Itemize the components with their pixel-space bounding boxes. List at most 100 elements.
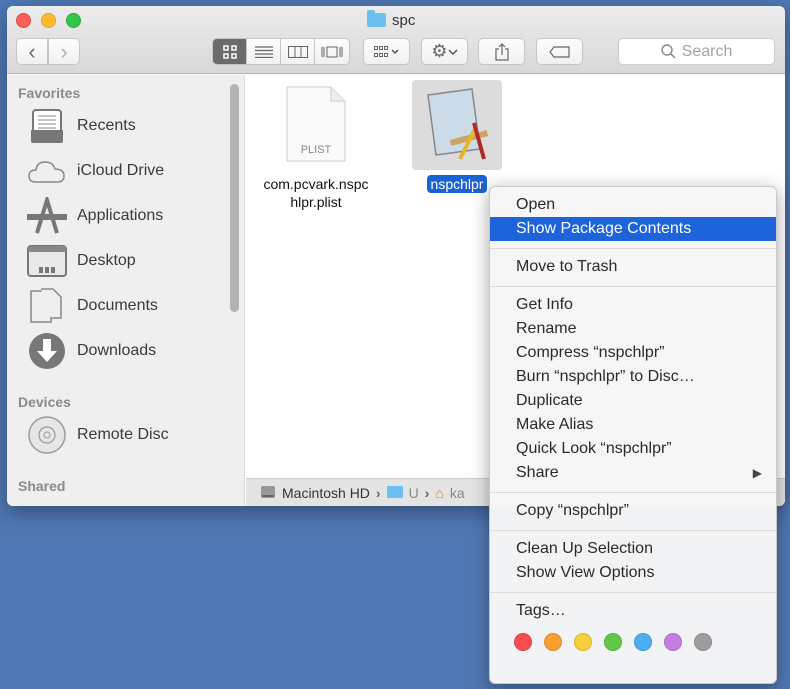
sidebar-item-label: Recents bbox=[77, 117, 136, 134]
app-package-icon bbox=[427, 88, 489, 160]
menu-item-share[interactable]: Share ▶ bbox=[490, 461, 776, 485]
file-name-line1: com.pcvark.nspc bbox=[263, 176, 369, 192]
sidebar-item-label: Remote Disc bbox=[77, 426, 169, 443]
home-icon: ⌂ bbox=[435, 484, 444, 501]
action-button[interactable]: ⚙ bbox=[421, 38, 468, 65]
window-title-text: spc bbox=[392, 11, 416, 29]
sidebar-item-applications[interactable]: Applications bbox=[27, 196, 163, 236]
context-menu: Open Show Package Contents Move to Trash… bbox=[489, 186, 777, 684]
gallery-view-icon bbox=[321, 46, 343, 57]
users-folder-icon bbox=[386, 485, 403, 501]
path-separator: › bbox=[424, 484, 430, 501]
sidebar-item-recents[interactable]: Recents bbox=[27, 106, 136, 146]
search-field[interactable]: Search bbox=[618, 38, 775, 65]
menu-item-share-label: Share bbox=[516, 464, 559, 481]
file-name-line2: hlpr.plist bbox=[290, 194, 342, 210]
file-name: com.pcvark.nspc hlpr.plist bbox=[263, 175, 368, 211]
share-icon bbox=[494, 42, 509, 61]
sidebar: Favorites Recents iCloud Drive Applicati… bbox=[7, 75, 245, 506]
titlebar: spc ‹ › ⚙ Search bbox=[7, 6, 785, 74]
desktop-icon bbox=[27, 241, 67, 281]
menu-item-copy[interactable]: Copy “nspchlpr” bbox=[490, 499, 776, 523]
search-icon bbox=[660, 44, 676, 59]
sidebar-item-remote-disc[interactable]: Remote Disc bbox=[27, 415, 169, 455]
view-mode-segmented bbox=[212, 38, 350, 65]
documents-icon bbox=[27, 286, 67, 326]
sidebar-scrollbar[interactable] bbox=[230, 84, 239, 312]
menu-item-rename[interactable]: Rename bbox=[490, 317, 776, 341]
menu-separator bbox=[490, 492, 776, 493]
plist-badge: PLIST bbox=[301, 144, 332, 156]
menu-item-make-alias[interactable]: Make Alias bbox=[490, 413, 776, 437]
arrange-icon bbox=[373, 45, 399, 57]
sidebar-header-shared: Shared bbox=[18, 478, 66, 494]
minimize-button[interactable] bbox=[41, 13, 56, 28]
recents-icon bbox=[27, 106, 67, 146]
downloads-icon bbox=[27, 331, 67, 371]
list-view-icon bbox=[254, 45, 273, 58]
icon-view-icon bbox=[222, 44, 237, 59]
chevron-left-icon: ‹ bbox=[28, 38, 36, 64]
folder-icon bbox=[367, 10, 386, 27]
tag-green[interactable] bbox=[604, 633, 622, 651]
sidebar-header-devices: Devices bbox=[18, 394, 71, 410]
chevron-right-icon: › bbox=[60, 38, 68, 64]
menu-item-burn-to-disc[interactable]: Burn “nspchlpr” to Disc… bbox=[490, 365, 776, 389]
chevron-down-icon bbox=[448, 48, 458, 55]
menu-item-show-view-options[interactable]: Show View Options bbox=[490, 561, 776, 585]
cloud-icon bbox=[27, 151, 67, 191]
sidebar-item-icloud-drive[interactable]: iCloud Drive bbox=[27, 151, 164, 191]
menu-item-compress[interactable]: Compress “nspchlpr” bbox=[490, 341, 776, 365]
list-view-button[interactable] bbox=[247, 39, 281, 64]
zoom-button[interactable] bbox=[66, 13, 81, 28]
forward-button[interactable]: › bbox=[48, 38, 80, 65]
sidebar-item-label: Documents bbox=[77, 297, 158, 314]
sidebar-item-label: iCloud Drive bbox=[77, 162, 165, 179]
column-view-icon bbox=[287, 45, 308, 58]
menu-item-get-info[interactable]: Get Info bbox=[490, 293, 776, 317]
file-item-selected[interactable]: nspchlpr bbox=[412, 80, 502, 193]
tag-button[interactable] bbox=[536, 38, 583, 65]
menu-item-move-to-trash[interactable]: Move to Trash bbox=[490, 255, 776, 279]
path-item[interactable]: U bbox=[409, 485, 419, 501]
submenu-arrow-icon: ▶ bbox=[752, 466, 762, 480]
sidebar-item-documents[interactable]: Documents bbox=[27, 286, 158, 326]
icon-view-button[interactable] bbox=[213, 39, 247, 64]
gallery-view-button[interactable] bbox=[315, 39, 349, 64]
file-item[interactable]: PLIST com.pcvark.nspc hlpr.plist bbox=[256, 85, 376, 211]
tag-yellow[interactable] bbox=[574, 633, 592, 651]
close-button[interactable] bbox=[16, 13, 31, 28]
menu-item-tags[interactable]: Tags… bbox=[490, 599, 776, 623]
tag-gray[interactable] bbox=[694, 633, 712, 651]
tag-icon bbox=[548, 45, 570, 58]
menu-separator bbox=[490, 530, 776, 531]
sidebar-item-desktop[interactable]: Desktop bbox=[27, 241, 136, 281]
plist-file-icon: PLIST bbox=[286, 86, 346, 162]
menu-item-clean-up-selection[interactable]: Clean Up Selection bbox=[490, 537, 776, 561]
hard-drive-icon bbox=[260, 483, 276, 502]
tag-purple[interactable] bbox=[664, 633, 682, 651]
path-item[interactable]: Macintosh HD bbox=[282, 485, 370, 501]
file-name: nspchlpr bbox=[426, 175, 488, 193]
column-view-button[interactable] bbox=[281, 39, 315, 64]
menu-separator bbox=[490, 248, 776, 249]
tag-orange[interactable] bbox=[544, 633, 562, 651]
tag-red[interactable] bbox=[514, 633, 532, 651]
tag-color-row bbox=[490, 623, 776, 651]
path-item[interactable]: ka bbox=[450, 485, 465, 501]
menu-separator bbox=[490, 592, 776, 593]
menu-item-show-package-contents[interactable]: Show Package Contents bbox=[490, 217, 776, 241]
tag-blue[interactable] bbox=[634, 633, 652, 651]
sidebar-item-label: Downloads bbox=[77, 342, 157, 359]
gear-icon: ⚙ bbox=[431, 41, 448, 61]
menu-separator bbox=[490, 286, 776, 287]
menu-item-open[interactable]: Open bbox=[490, 193, 776, 217]
back-button[interactable]: ‹ bbox=[16, 38, 48, 65]
sidebar-item-downloads[interactable]: Downloads bbox=[27, 331, 156, 371]
share-button[interactable] bbox=[478, 38, 525, 65]
arrange-button[interactable] bbox=[363, 38, 410, 65]
menu-item-quick-look[interactable]: Quick Look “nspchlpr” bbox=[490, 437, 776, 461]
window-title: spc bbox=[367, 10, 416, 29]
menu-item-duplicate[interactable]: Duplicate bbox=[490, 389, 776, 413]
path-separator: › bbox=[375, 484, 381, 501]
